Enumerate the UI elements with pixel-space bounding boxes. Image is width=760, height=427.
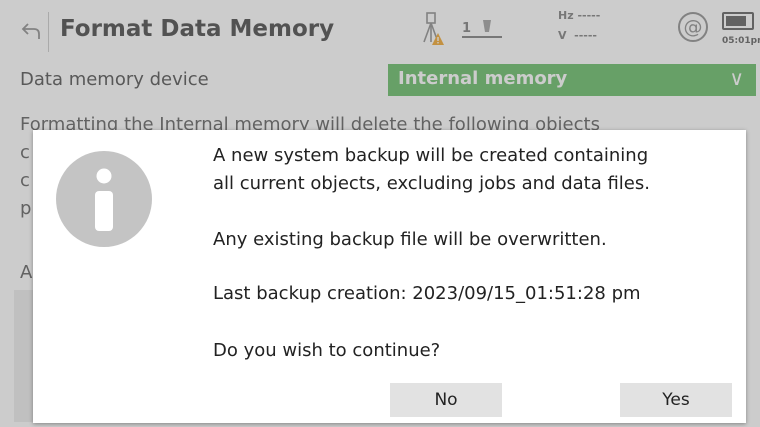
yes-button[interactable]: Yes (620, 383, 732, 417)
dialog-message-line: all current objects, excluding jobs and … (213, 173, 650, 194)
dialog-message-line: Any existing backup file will be overwri… (213, 229, 607, 250)
no-button[interactable]: No (390, 383, 502, 417)
last-backup-text: Last backup creation: 2023/09/15_01:51:2… (213, 283, 641, 304)
info-icon (56, 151, 152, 247)
dialog-message-line: A new system backup will be created cont… (213, 145, 649, 166)
confirm-dialog: A new system backup will be created cont… (33, 130, 746, 423)
dialog-question: Do you wish to continue? (213, 340, 441, 361)
